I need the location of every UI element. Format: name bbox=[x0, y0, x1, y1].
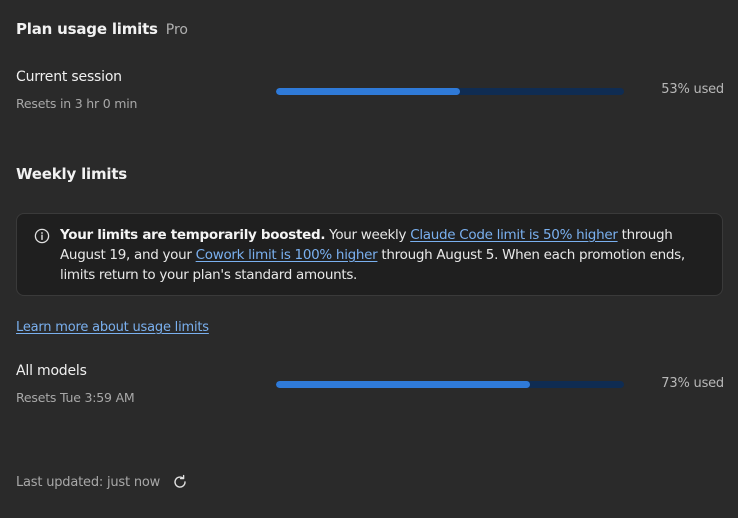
refresh-icon[interactable] bbox=[172, 474, 188, 490]
plan-badge: Pro bbox=[165, 22, 188, 38]
all-models-progress-bar bbox=[276, 381, 624, 388]
notice-text-1: Your weekly bbox=[325, 227, 411, 243]
page-title: Plan usage limits bbox=[16, 20, 158, 38]
all-models-percent: 73% used bbox=[661, 376, 724, 391]
learn-more-link[interactable]: Learn more about usage limits bbox=[16, 320, 209, 335]
notice-bold: Your limits are temporarily boosted. bbox=[60, 227, 326, 243]
current-session-row: Current session Resets in 3 hr 0 min 53%… bbox=[16, 69, 724, 113]
boost-notice: Your limits are temporarily boosted. You… bbox=[16, 213, 723, 296]
session-percent: 53% used bbox=[661, 82, 724, 97]
usage-page: Plan usage limits Pro Current session Re… bbox=[0, 0, 738, 518]
all-models-reset: Resets Tue 3:59 AM bbox=[16, 390, 135, 405]
info-icon bbox=[34, 228, 50, 244]
weekly-limits-title: Weekly limits bbox=[16, 165, 128, 183]
footer: Last updated: just now bbox=[16, 474, 188, 490]
page-header: Plan usage limits Pro bbox=[16, 20, 188, 38]
all-models-progress-fill bbox=[276, 381, 531, 388]
last-updated-text: Last updated: just now bbox=[16, 474, 161, 490]
cowork-limit-link[interactable]: Cowork limit is 100% higher bbox=[196, 247, 378, 263]
session-progress-bar bbox=[276, 88, 624, 95]
session-label: Current session bbox=[16, 69, 122, 85]
session-reset: Resets in 3 hr 0 min bbox=[16, 96, 138, 111]
claude-code-limit-link[interactable]: Claude Code limit is 50% higher bbox=[410, 227, 618, 243]
all-models-row: All models Resets Tue 3:59 AM 73% used bbox=[16, 363, 724, 407]
session-progress-fill bbox=[276, 88, 461, 95]
all-models-label: All models bbox=[16, 363, 87, 379]
boost-notice-text: Your limits are temporarily boosted. You… bbox=[60, 225, 710, 285]
